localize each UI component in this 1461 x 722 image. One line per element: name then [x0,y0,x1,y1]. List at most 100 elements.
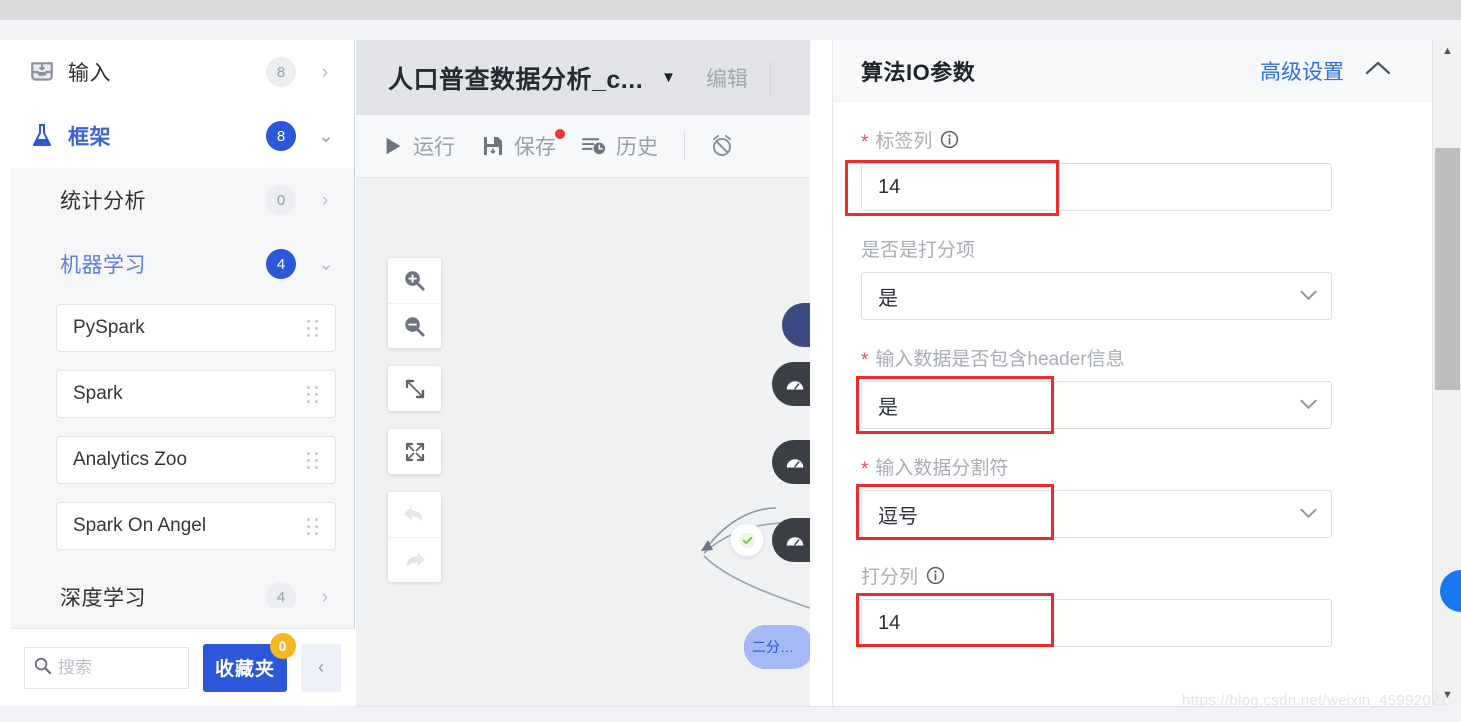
sidebar-item-statistics[interactable]: 统计分析 0 › [10,168,354,232]
workflow-node-model-3[interactable] [772,518,810,562]
properties-panel-header: 算法IO参数 高级设置 [833,40,1432,102]
left-sidebar: 输入 8 › 框架 8 ⌄ 统计分析 0 › 机器学习 4 ⌄ PySpark … [10,40,355,706]
field-label: 是否是打分项 [861,235,1332,262]
divider [684,131,685,161]
gauge-icon [786,459,804,468]
drag-handle-icon[interactable] [307,451,319,469]
sidebar-item-framework[interactable]: 框架 8 ⌄ [10,104,354,168]
card-label: Spark [73,383,123,404]
drag-handle-icon[interactable] [307,385,319,403]
sidebar-item-label: 框架 [68,126,111,149]
sidebar-item-badge: 4 [266,582,296,608]
list-item[interactable]: Spark On Angel [56,502,336,550]
drag-handle-icon[interactable] [307,319,319,337]
scroll-up-arrow[interactable]: ▲ [1433,40,1461,62]
has-header-select[interactable]: 是 [861,381,1332,429]
list-item[interactable]: PySpark [56,304,336,352]
field-value: 是 [878,396,898,419]
chevron-right-icon[interactable]: › [318,588,332,607]
alarm-icon [709,133,735,159]
sidebar-item-machine-learning[interactable]: 机器学习 4 ⌄ [10,232,354,296]
chevron-down-icon[interactable]: ⌄ [318,255,334,274]
chevron-up-icon[interactable] [1364,59,1392,82]
sidebar-item-deep-learning[interactable]: 深度学习 4 › [10,568,354,608]
history-button[interactable]: 历史 [582,131,658,161]
chevron-down-icon[interactable]: ⌄ [318,127,334,146]
check-icon [739,532,755,548]
history-icon [582,135,607,157]
field-is-score-item: 是否是打分项 是 [861,235,1332,320]
score-column-input[interactable]: 14 [861,599,1332,647]
favorites-label: 收藏夹 [214,659,275,680]
delimiter-select[interactable]: 逗号 [861,490,1332,538]
run-label: 运行 [413,136,455,159]
field-score-column: 打分列 14 [856,562,1332,647]
play-icon [382,135,404,157]
card-label: Spark On Angel [73,515,207,536]
label-column-input[interactable]: 14 [861,163,1332,211]
field-has-header: * 输入数据是否包含header信息 是 [856,344,1332,434]
window-top-strip [0,0,1461,20]
sidebar-item-label: 深度学习 [60,587,146,608]
advanced-settings-link[interactable]: 高级设置 [1260,56,1344,86]
drag-handle-icon[interactable] [307,517,319,535]
chevron-down-icon[interactable] [1300,288,1317,304]
properties-panel: 算法IO参数 高级设置 * 标签列 14 是否是打分项 是 * 输入数据是否包含… [832,40,1432,706]
field-label-text: 标签列 [875,131,933,152]
sidebar-item-badge: 8 [266,121,296,151]
field-label-text: 输入数据分割符 [875,458,1009,479]
chevron-down-icon[interactable] [1300,397,1317,413]
schedule-button[interactable] [709,133,744,159]
chevron-right-icon[interactable]: › [318,191,332,210]
sidebar-item-label: 机器学习 [60,254,146,277]
run-button[interactable]: 运行 [382,131,455,161]
search-input[interactable] [58,657,180,678]
gauge-icon [786,537,804,546]
node-status-ok-badge [730,523,764,557]
sidebar-footer: 收藏夹 0 ‹ [10,628,355,706]
list-item[interactable]: Spark [56,370,336,418]
gauge-icon [786,381,804,390]
required-asterisk: * [861,132,869,153]
list-item[interactable]: Analytics Zoo [56,436,336,484]
sidebar-item-label: 统计分析 [60,190,146,213]
workflow-node-model-2[interactable] [772,440,810,484]
workflow-toolbar: 运行 保存 历史 [356,115,810,178]
divider [770,60,772,95]
scrollbar-thumb[interactable] [1435,148,1460,390]
chevron-right-icon[interactable]: › [318,63,332,82]
search-icon [33,656,52,680]
info-icon[interactable] [926,566,945,585]
required-asterisk: * [861,350,869,371]
field-label-column: * 标签列 14 [845,126,1332,216]
sidebar-item-input[interactable]: 输入 8 › [10,40,354,104]
chevron-down-icon[interactable] [1300,506,1317,522]
sidebar-collapse-button[interactable]: ‹ [301,643,341,692]
flask-icon [26,123,58,149]
history-label: 历史 [616,136,658,159]
sidebar-item-badge: 4 [266,249,296,279]
field-value: 14 [878,611,901,634]
sidebar-item-label: 输入 [68,62,111,85]
field-label: 打分列 [861,562,1332,589]
save-label: 保存 [514,136,556,159]
field-label-text: 是否是打分项 [861,240,976,261]
chevron-down-icon[interactable]: ▼ [661,69,676,86]
inbox-icon [26,59,58,85]
favorites-button[interactable]: 收藏夹 0 [203,632,296,692]
sidebar-item-badge: 0 [266,185,296,215]
field-label: * 输入数据分割符 [861,453,1332,480]
is-score-item-select[interactable]: 是 [861,272,1332,320]
workflow-canvas[interactable]: 二分… [356,178,810,706]
info-icon[interactable] [940,130,959,149]
panel-title: 算法IO参数 [861,59,976,85]
workflow-node-model-1[interactable] [772,362,810,406]
app-root: 输入 8 › 框架 8 ⌄ 统计分析 0 › 机器学习 4 ⌄ PySpark … [0,0,1461,722]
edit-link[interactable]: 编辑 [706,63,748,93]
required-asterisk: * [861,459,869,480]
page-title: 人口普查数据分析_c... [388,65,644,94]
window-secondary-strip [0,20,1461,40]
card-label: PySpark [73,317,145,338]
save-button[interactable]: 保存 [481,129,565,161]
search-box[interactable] [24,646,189,689]
